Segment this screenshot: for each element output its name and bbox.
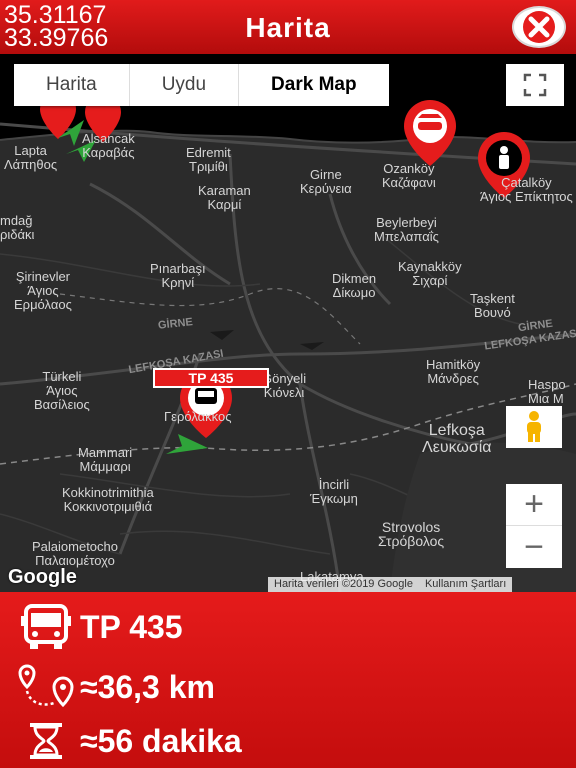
- zoom-control: + −: [506, 484, 562, 568]
- place-label: Türkeli Άγιος Βασίλειος: [34, 369, 90, 412]
- place-label: İncirli Έγκωμη: [310, 477, 358, 506]
- place-label: Alsancak Καραβάς: [82, 131, 135, 160]
- place-label: mdağ ριδάκι: [0, 213, 35, 242]
- hourglass-icon: [30, 723, 62, 759]
- place-label: Edremit Τριμίθι: [186, 145, 231, 174]
- duration-row: ≈56 dakika: [16, 716, 242, 766]
- place-label: Taşkent Βουνό: [470, 291, 515, 320]
- close-icon: [523, 11, 555, 43]
- place-label: Çatalköy Άγιος Επίκτητος: [480, 175, 573, 204]
- place-label: Pınarbaşı Κρηνί: [150, 261, 206, 290]
- place-label: Mammari Μάμμαρι: [78, 445, 133, 474]
- place-label: Karaman Καρμί: [198, 183, 251, 212]
- map-type-control: Harita Uydu Dark Map: [14, 64, 389, 106]
- bus-icon: [21, 604, 71, 649]
- vehicle-name: TP 435: [80, 608, 183, 645]
- map-data-credit: Harita verileri ©2019 Google: [274, 578, 413, 590]
- pegman-icon: [527, 411, 541, 442]
- distance-row: ≈36,3 km: [16, 662, 215, 712]
- map-view[interactable]: Lapta Λάπηθος Alsancak Καραβάς Edremit Τριμ…: [0, 54, 576, 592]
- map-type-satellite[interactable]: Uydu: [130, 64, 240, 106]
- place-label: Beylerbeyi Μπελαπαΐς: [374, 215, 439, 244]
- terms-link[interactable]: Kullanım Şartları: [419, 577, 512, 592]
- duration-value: ≈56 dakika: [80, 722, 242, 759]
- route-icon: [18, 664, 74, 708]
- place-label: Strovolos Στρόβολος: [378, 519, 445, 549]
- place-label: Γερόλακκος: [164, 409, 232, 424]
- place-label: Hamitköy Μάνδρες: [426, 357, 481, 386]
- page-title: Harita: [245, 12, 331, 43]
- street-view-button[interactable]: [506, 406, 562, 448]
- place-label: Girne Κερύνεια: [300, 167, 352, 196]
- zoom-out-button[interactable]: −: [506, 526, 562, 568]
- fullscreen-button[interactable]: [506, 64, 564, 106]
- zoom-in-button[interactable]: +: [506, 484, 562, 526]
- map-type-dark[interactable]: Dark Map: [239, 64, 389, 106]
- fullscreen-icon: [523, 73, 547, 97]
- place-label: Kokkinotrimithia Κοκκινοτριμιθιά: [62, 485, 154, 514]
- place-label: Lefkoşa Λευκωσία: [422, 422, 492, 456]
- close-button[interactable]: [512, 6, 566, 48]
- vehicle-info-panel: TP 435 ≈36,3 km ≈56 dakika: [0, 592, 576, 768]
- place-label: Kaynakköy Σιχαρί: [398, 259, 462, 288]
- vehicle-row: TP 435: [16, 602, 183, 652]
- place-label: Lapta Λάπηθος: [4, 143, 58, 172]
- google-logo: Google: [8, 566, 77, 588]
- place-label: Dikmen Δίκωμο: [332, 271, 377, 300]
- vehicle-tag[interactable]: TP 435: [153, 368, 269, 388]
- place-label: Şirinevler Άγιος Ερμόλαος: [14, 269, 72, 312]
- place-label: Palaiometocho Παλαιομέτοχο: [32, 539, 118, 568]
- place-label: Haspo Μια Μ: [528, 377, 566, 406]
- distance-value: ≈36,3 km: [80, 668, 215, 705]
- place-label: Ozanköy Καζάφανι: [382, 161, 436, 190]
- map-type-map[interactable]: Harita: [14, 64, 130, 106]
- top-bar: 35.31167 33.39766 Harita: [0, 0, 576, 54]
- map-credits: Harita verileri ©2019 Google Kullanım Şa…: [268, 577, 513, 592]
